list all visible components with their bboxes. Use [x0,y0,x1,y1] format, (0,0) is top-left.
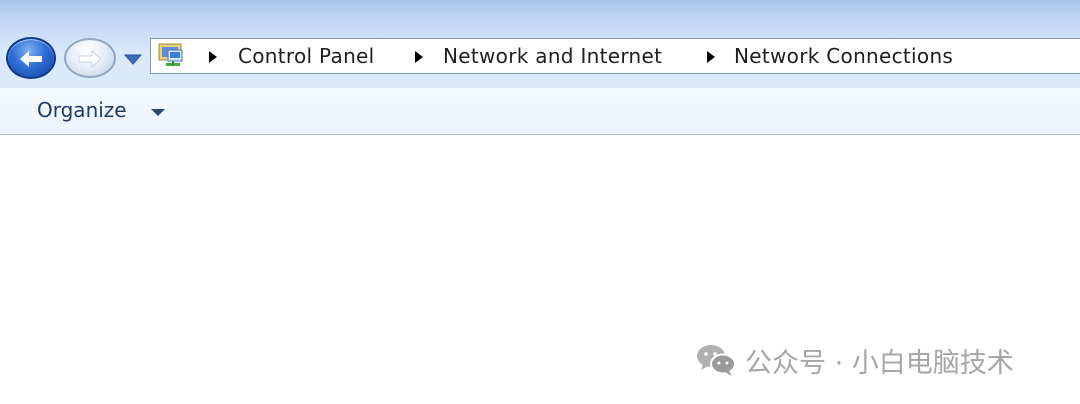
command-toolbar: Organize [0,88,1080,135]
watermark-text: 公众号 · 小白电脑技术 [745,347,1014,379]
forward-arrow-icon [78,49,102,69]
back-arrow-icon [20,51,42,67]
address-bar[interactable]: Control Panel Network and Internet Netwo… [150,38,1080,74]
triangle-right-icon[interactable] [415,51,423,63]
wechat-icon [697,345,736,376]
breadcrumb-network-connections[interactable]: Network Connections [734,44,953,68]
network-connections-icon [158,43,183,66]
chevron-down-icon [123,54,143,65]
caret-down-icon[interactable] [151,109,165,116]
breadcrumb-control-panel[interactable]: Control Panel [238,44,375,68]
recent-pages-dropdown[interactable] [122,51,144,67]
forward-button[interactable] [64,38,116,78]
back-button[interactable] [6,37,56,79]
breadcrumb-network-and-internet[interactable]: Network and Internet [443,44,662,68]
organize-button[interactable]: Organize [37,98,127,122]
triangle-right-icon [209,51,217,63]
window-titlebar: Control Panel Network and Internet Netwo… [0,0,1080,88]
watermark: 公众号 · 小白电脑技术 [695,340,1014,380]
triangle-right-icon[interactable] [707,51,715,63]
